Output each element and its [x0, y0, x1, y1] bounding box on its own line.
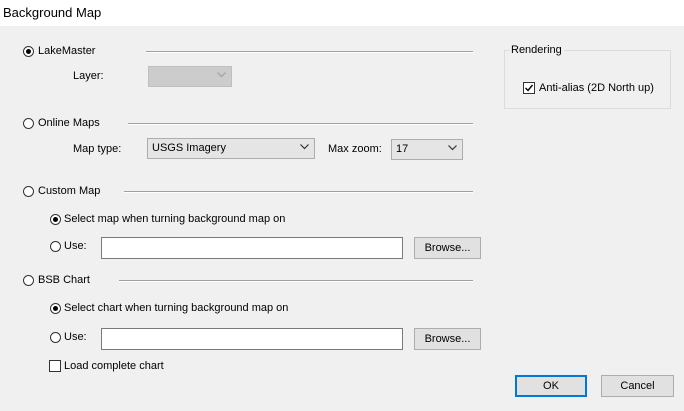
bsb-chart-label: BSB Chart	[38, 274, 90, 286]
bsb-chart-select-label: Select chart when turning background map…	[64, 302, 289, 314]
bsb-chart-select-radio[interactable]	[50, 303, 61, 314]
dialog-body: LakeMaster Layer: Online Maps Map type: …	[0, 26, 684, 411]
cancel-button[interactable]: Cancel	[601, 375, 674, 397]
online-maps-separator	[128, 123, 473, 125]
bsb-chart-separator	[119, 280, 473, 282]
custom-map-label: Custom Map	[38, 185, 101, 197]
custom-map-path-input[interactable]	[101, 237, 403, 259]
chevron-down-icon	[300, 144, 309, 150]
bsb-chart-radio[interactable]	[23, 275, 34, 286]
load-complete-chart-label: Load complete chart	[64, 360, 164, 372]
rendering-group	[504, 50, 671, 109]
bsb-chart-use-radio[interactable]	[50, 332, 61, 343]
custom-map-use-radio[interactable]	[50, 241, 61, 252]
map-type-dropdown[interactable]: USGS Imagery	[147, 138, 315, 159]
anti-alias-checkbox[interactable]	[523, 82, 535, 94]
online-maps-label: Online Maps	[38, 117, 100, 129]
custom-map-separator	[124, 191, 473, 193]
checkmark-icon	[525, 84, 534, 92]
lakemaster-radio[interactable]	[23, 46, 34, 57]
online-maps-radio[interactable]	[23, 118, 34, 129]
custom-map-radio[interactable]	[23, 186, 34, 197]
lakemaster-separator	[146, 51, 473, 53]
title-bar: Background Map	[0, 0, 684, 26]
rendering-group-label: Rendering	[509, 44, 564, 56]
chevron-down-icon	[448, 145, 457, 151]
load-complete-chart-checkbox[interactable]	[49, 360, 61, 372]
anti-alias-label: Anti-alias (2D North up)	[539, 82, 654, 94]
chevron-down-icon	[217, 72, 226, 78]
custom-map-browse-button[interactable]: Browse...	[414, 237, 481, 259]
max-zoom-dropdown[interactable]: 17	[391, 139, 463, 160]
custom-map-select-radio[interactable]	[50, 214, 61, 225]
custom-map-select-label: Select map when turning background map o…	[64, 213, 286, 225]
custom-map-use-label: Use:	[64, 240, 87, 252]
map-type-label: Map type:	[73, 143, 122, 155]
bsb-chart-path-input[interactable]	[101, 328, 403, 350]
bsb-chart-use-label: Use:	[64, 331, 87, 343]
ok-button[interactable]: OK	[515, 375, 587, 397]
max-zoom-label: Max zoom:	[328, 143, 382, 155]
layer-label: Layer:	[73, 70, 104, 82]
window-title: Background Map	[3, 5, 102, 20]
lakemaster-label: LakeMaster	[38, 45, 96, 57]
layer-dropdown[interactable]	[148, 66, 232, 87]
bsb-chart-browse-button[interactable]: Browse...	[414, 328, 481, 350]
